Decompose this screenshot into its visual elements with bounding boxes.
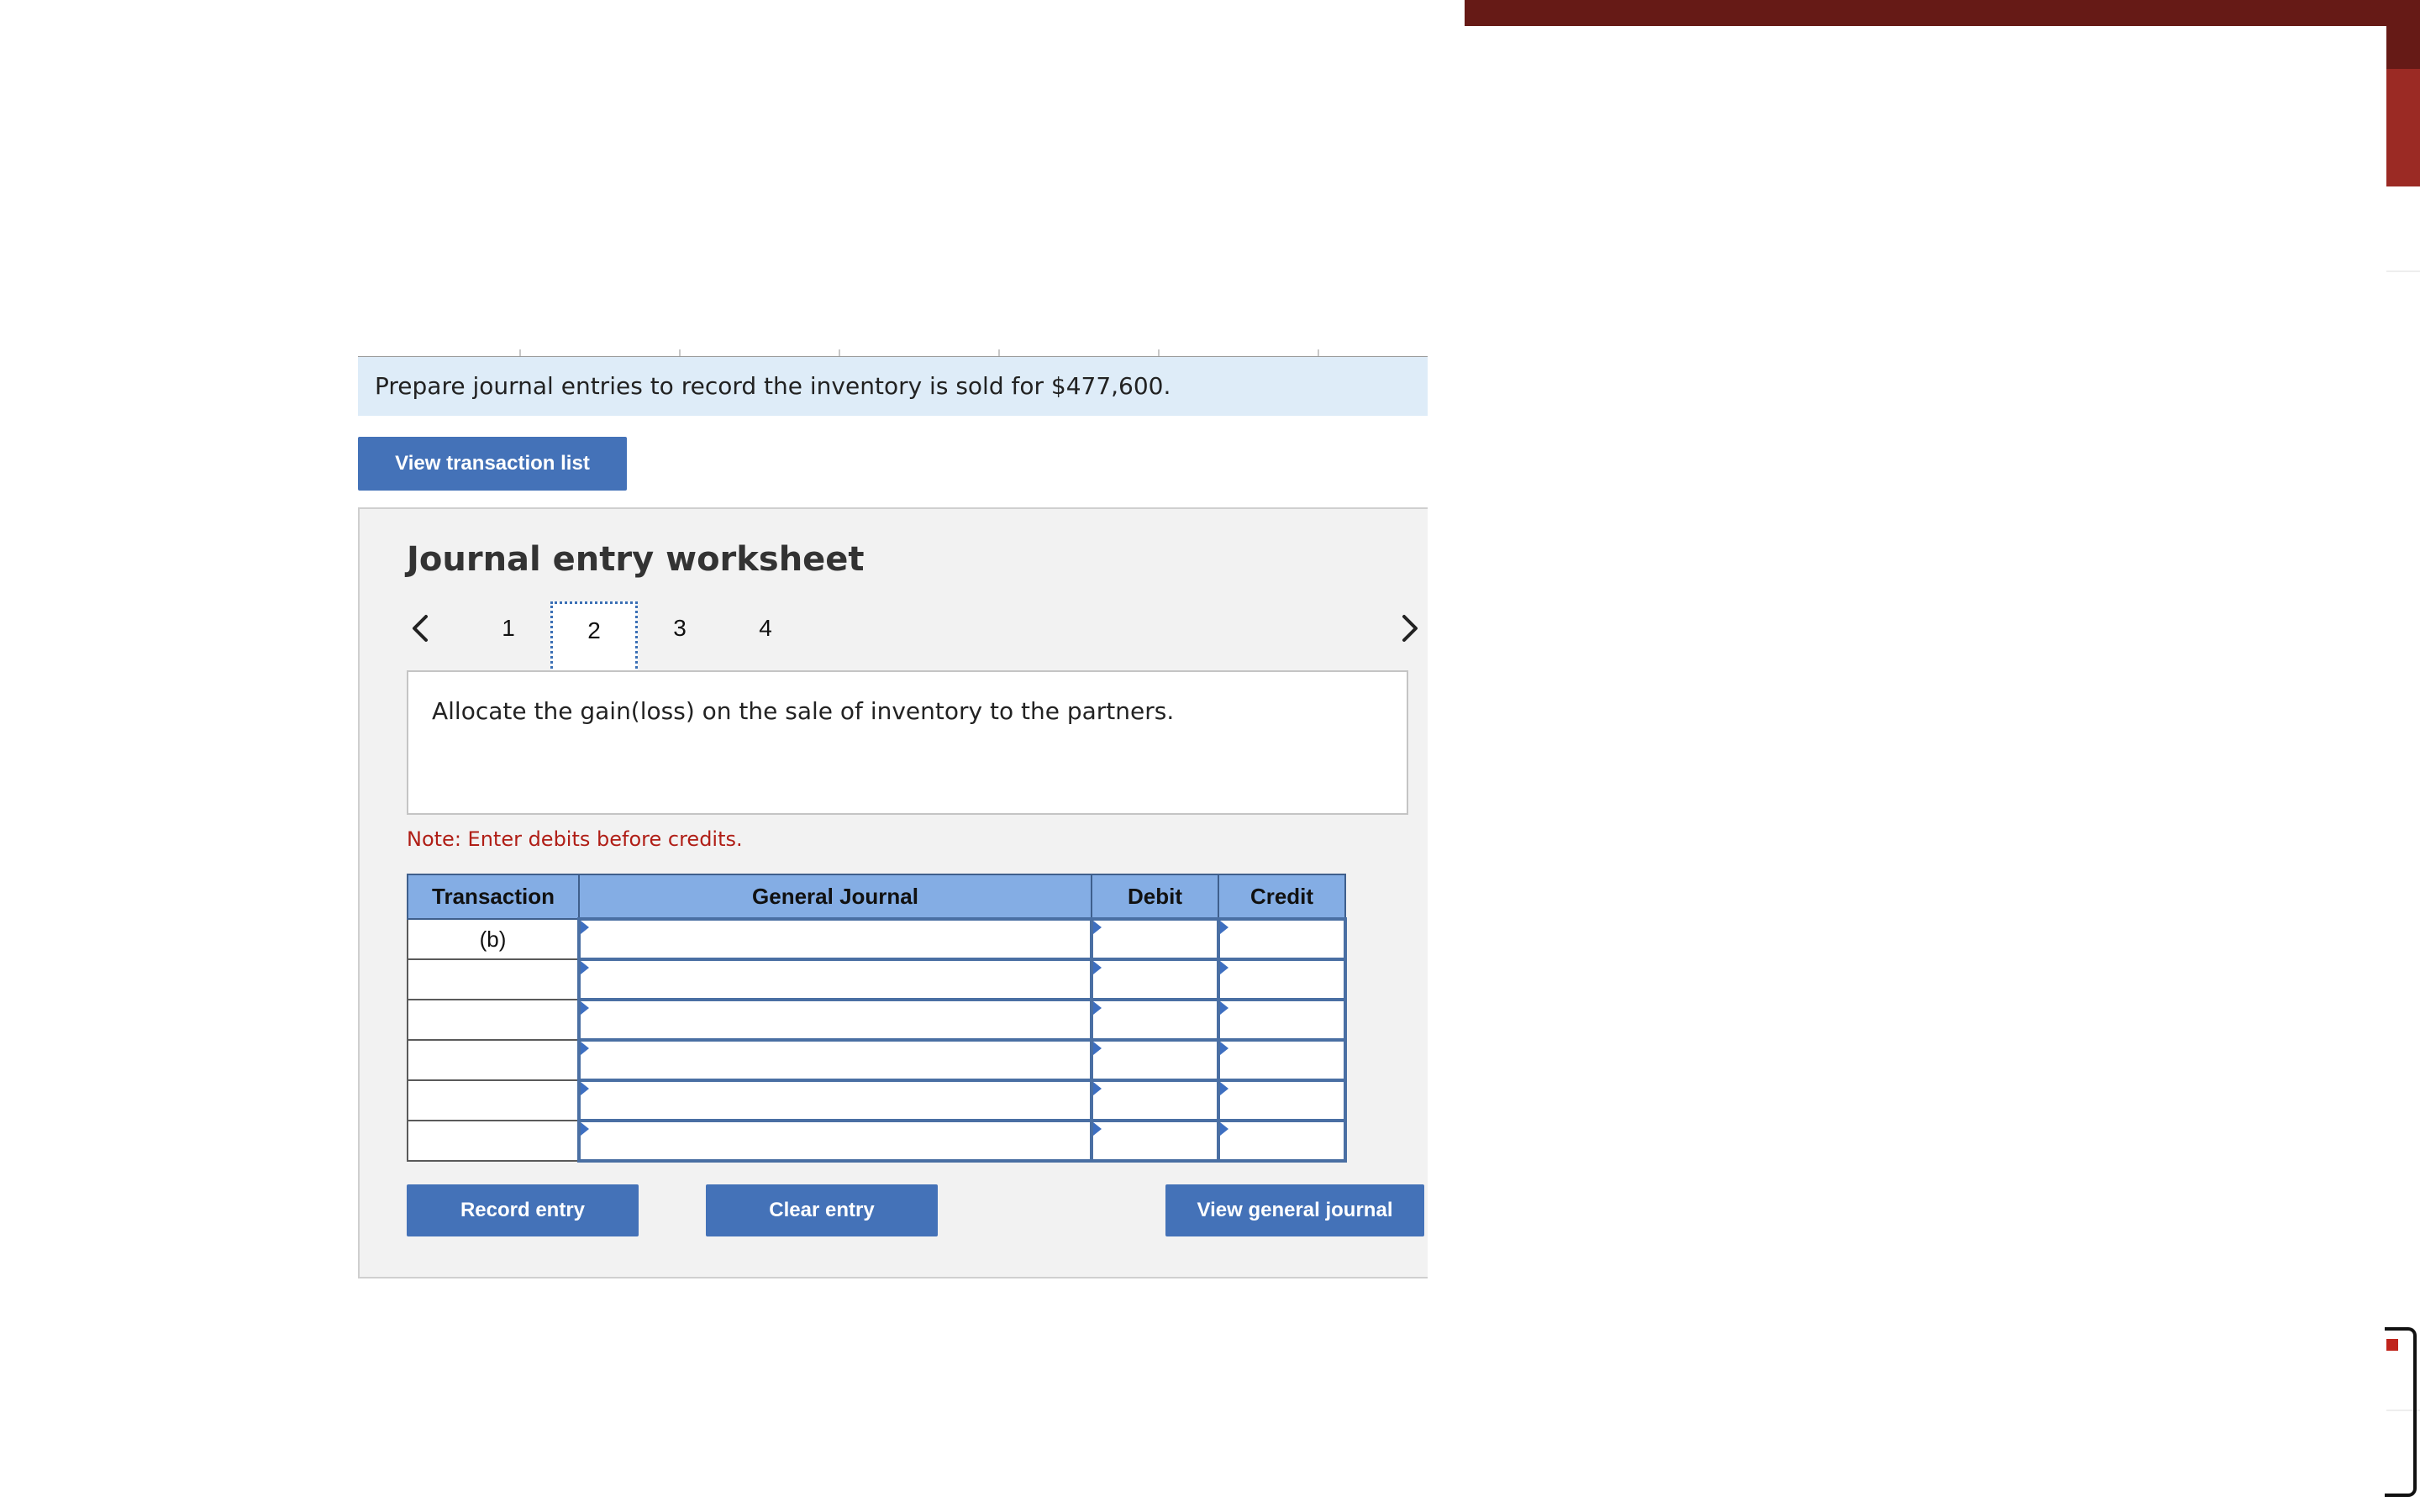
account-select[interactable] <box>577 958 1093 1001</box>
account-select[interactable] <box>577 917 1093 961</box>
debit-input[interactable] <box>1090 1038 1220 1082</box>
right-panel-accent-header <box>2386 25 2420 69</box>
transaction-cell <box>407 999 580 1041</box>
right-panel-divider <box>2386 270 2420 272</box>
step-tab-4[interactable]: 4 <box>728 606 803 650</box>
credit-input[interactable] <box>1217 1119 1347 1163</box>
column-header-general-journal: General Journal <box>578 874 1092 920</box>
instruction-text: Allocate the gain(loss) on the sale of i… <box>432 697 1175 725</box>
dropdown-marker-icon <box>1220 961 1228 974</box>
dropdown-marker-icon <box>1093 921 1102 934</box>
account-select[interactable] <box>577 1079 1093 1122</box>
dropdown-marker-icon <box>1220 1082 1228 1095</box>
transaction-cell <box>407 1039 580 1081</box>
dropdown-marker-icon <box>1220 1001 1228 1015</box>
tab-divider <box>1158 349 1160 356</box>
right-panel-widget[interactable] <box>2385 1327 2417 1497</box>
debit-input[interactable] <box>1090 917 1220 961</box>
prev-step-button[interactable] <box>408 612 433 645</box>
dropdown-marker-icon <box>581 961 589 974</box>
general-journal-table: Transaction General Journal Debit Credit… <box>407 874 1347 1163</box>
table-row <box>407 1119 1347 1163</box>
table-row <box>407 1079 1347 1122</box>
account-select[interactable] <box>577 998 1093 1042</box>
transaction-cell <box>407 1120 580 1162</box>
credit-input[interactable] <box>1217 1038 1347 1082</box>
dropdown-marker-icon <box>581 1082 589 1095</box>
question-tab-strip <box>358 346 1428 358</box>
credit-input[interactable] <box>1217 917 1347 961</box>
next-step-button[interactable] <box>1397 612 1423 645</box>
table-row <box>407 998 1347 1042</box>
dropdown-marker-icon <box>1220 1042 1228 1055</box>
chevron-right-icon <box>1402 615 1418 642</box>
record-entry-button[interactable]: Record entry <box>407 1184 639 1236</box>
dropdown-marker-icon <box>581 1122 589 1136</box>
step-tab-1[interactable]: 1 <box>471 606 546 650</box>
column-header-debit: Debit <box>1091 874 1219 920</box>
step-tab-2-active[interactable]: 2 <box>550 601 638 674</box>
table-row: (b) <box>407 917 1347 961</box>
chevron-left-icon <box>413 615 428 642</box>
account-select[interactable] <box>577 1119 1093 1163</box>
account-select[interactable] <box>577 1038 1093 1082</box>
debit-credit-note: Note: Enter debits before credits. <box>407 827 743 851</box>
tab-divider <box>519 349 521 356</box>
credit-input[interactable] <box>1217 998 1347 1042</box>
table-header-row: Transaction General Journal Debit Credit <box>407 874 1346 920</box>
tab-divider <box>1318 349 1319 356</box>
dropdown-marker-icon <box>1093 1082 1102 1095</box>
table-row <box>407 958 1347 1001</box>
dropdown-marker-icon <box>581 1042 589 1055</box>
right-panel-top-bar <box>1465 0 2420 26</box>
transaction-cell: (b) <box>407 918 580 960</box>
dropdown-marker-icon <box>1220 1122 1228 1136</box>
dropdown-marker-icon <box>581 921 589 934</box>
clear-entry-button[interactable]: Clear entry <box>706 1184 938 1236</box>
dropdown-marker-icon <box>1093 1122 1102 1136</box>
column-header-credit: Credit <box>1218 874 1346 920</box>
column-header-transaction: Transaction <box>407 874 580 920</box>
step-tab-3[interactable]: 3 <box>642 606 718 650</box>
question-prompt: Prepare journal entries to record the in… <box>358 357 1428 416</box>
view-general-journal-button[interactable]: View general journal <box>1165 1184 1424 1236</box>
debit-input[interactable] <box>1090 1119 1220 1163</box>
credit-input[interactable] <box>1217 1079 1347 1122</box>
dropdown-marker-icon <box>1093 1001 1102 1015</box>
view-transaction-list-button[interactable]: View transaction list <box>358 437 627 491</box>
tab-divider <box>839 349 840 356</box>
transaction-cell <box>407 1079 580 1121</box>
worksheet-title: Journal entry worksheet <box>407 540 865 579</box>
debit-input[interactable] <box>1090 998 1220 1042</box>
debit-input[interactable] <box>1090 958 1220 1001</box>
dropdown-marker-icon <box>1093 1042 1102 1055</box>
credit-input[interactable] <box>1217 958 1347 1001</box>
tab-divider <box>679 349 681 356</box>
tab-divider <box>998 349 1000 356</box>
transaction-cell <box>407 958 580 1000</box>
notification-dot-icon <box>2386 1339 2398 1351</box>
dropdown-marker-icon <box>1220 921 1228 934</box>
table-row <box>407 1038 1347 1082</box>
dropdown-marker-icon <box>1093 961 1102 974</box>
step-instruction: Allocate the gain(loss) on the sale of i… <box>407 670 1408 815</box>
dropdown-marker-icon <box>581 1001 589 1015</box>
debit-input[interactable] <box>1090 1079 1220 1122</box>
